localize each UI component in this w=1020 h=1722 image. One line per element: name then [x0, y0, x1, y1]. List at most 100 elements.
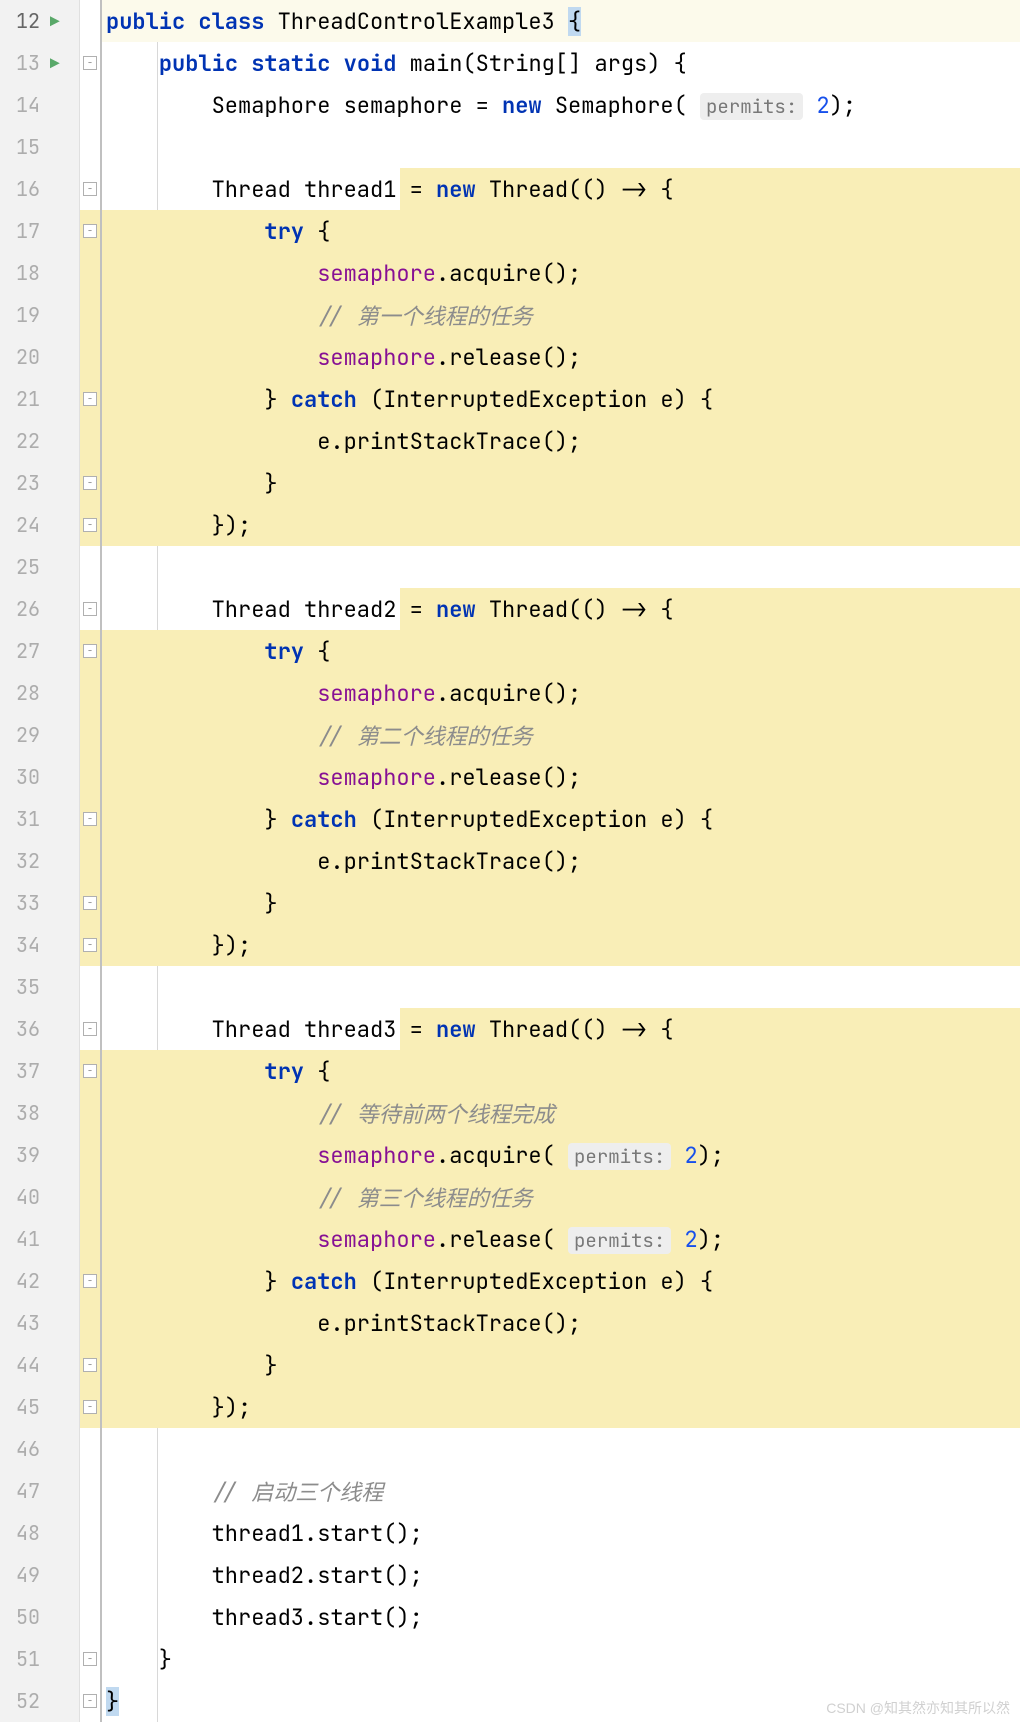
gutter-row[interactable]: 40: [0, 1176, 79, 1218]
code-line[interactable]: [102, 1428, 1020, 1470]
code-line[interactable]: // 第三个线程的任务: [102, 1176, 1020, 1218]
fold-open-icon[interactable]: −: [83, 644, 97, 658]
fold-close-icon[interactable]: −: [83, 1400, 97, 1414]
run-icon[interactable]: ▶: [50, 11, 60, 32]
code-line[interactable]: semaphore.acquire();: [102, 252, 1020, 294]
code-line[interactable]: } catch (InterruptedException e) {: [102, 378, 1020, 420]
gutter-row[interactable]: 13▶: [0, 42, 79, 84]
code-line[interactable]: // 第二个线程的任务: [102, 714, 1020, 756]
gutter-row[interactable]: 20: [0, 336, 79, 378]
gutter-row[interactable]: 35: [0, 966, 79, 1008]
gutter-row[interactable]: 19: [0, 294, 79, 336]
gutter-row[interactable]: 29: [0, 714, 79, 756]
fold-open-icon[interactable]: −: [83, 1022, 97, 1036]
gutter-row[interactable]: 33: [0, 882, 79, 924]
fold-close-icon[interactable]: −: [83, 1652, 97, 1666]
code-line[interactable]: }: [102, 882, 1020, 924]
code-line[interactable]: Thread thread1 = new Thread(() -> {: [102, 168, 1020, 210]
gutter-row[interactable]: 31: [0, 798, 79, 840]
fold-close-icon[interactable]: −: [83, 392, 97, 406]
gutter-row[interactable]: 25: [0, 546, 79, 588]
code-line[interactable]: });: [102, 504, 1020, 546]
gutter-row[interactable]: 16: [0, 168, 79, 210]
gutter-row[interactable]: 18: [0, 252, 79, 294]
code-line[interactable]: });: [102, 924, 1020, 966]
gutter-row[interactable]: 39: [0, 1134, 79, 1176]
gutter-row[interactable]: 15: [0, 126, 79, 168]
code-line[interactable]: [102, 546, 1020, 588]
code-line[interactable]: Thread thread2 = new Thread(() -> {: [102, 588, 1020, 630]
code-line[interactable]: thread1.start();: [102, 1512, 1020, 1554]
fold-close-icon[interactable]: −: [83, 938, 97, 952]
gutter-row[interactable]: 27: [0, 630, 79, 672]
fold-close-icon[interactable]: −: [83, 476, 97, 490]
fold-open-icon[interactable]: −: [83, 182, 97, 196]
gutter-row[interactable]: 44: [0, 1344, 79, 1386]
code-line[interactable]: // 启动三个线程: [102, 1470, 1020, 1512]
gutter-row[interactable]: 26: [0, 588, 79, 630]
gutter-row[interactable]: 37: [0, 1050, 79, 1092]
gutter-row[interactable]: 50: [0, 1596, 79, 1638]
gutter-row[interactable]: 41: [0, 1218, 79, 1260]
gutter-row[interactable]: 52: [0, 1680, 79, 1722]
gutter-row[interactable]: 51: [0, 1638, 79, 1680]
fold-close-icon[interactable]: −: [83, 896, 97, 910]
fold-close-icon[interactable]: −: [83, 812, 97, 826]
gutter-row[interactable]: 36: [0, 1008, 79, 1050]
code-line[interactable]: Thread thread3 = new Thread(() -> {: [102, 1008, 1020, 1050]
code-line[interactable]: }: [102, 462, 1020, 504]
code-line[interactable]: [102, 126, 1020, 168]
gutter-row[interactable]: 21: [0, 378, 79, 420]
code-line[interactable]: try {: [102, 210, 1020, 252]
gutter-row[interactable]: 47: [0, 1470, 79, 1512]
code-line[interactable]: Semaphore semaphore = new Semaphore( per…: [102, 84, 1020, 126]
fold-close-icon[interactable]: −: [83, 1694, 97, 1708]
gutter-row[interactable]: 17: [0, 210, 79, 252]
fold-close-icon[interactable]: −: [83, 1274, 97, 1288]
gutter-row[interactable]: 45: [0, 1386, 79, 1428]
code-line[interactable]: thread3.start();: [102, 1596, 1020, 1638]
code-line[interactable]: public static void main(String[] args) {: [102, 42, 1020, 84]
code-line[interactable]: semaphore.release();: [102, 756, 1020, 798]
gutter-row[interactable]: 43: [0, 1302, 79, 1344]
fold-open-icon[interactable]: −: [83, 56, 97, 70]
gutter-row[interactable]: 32: [0, 840, 79, 882]
code-line[interactable]: try {: [102, 630, 1020, 672]
code-line[interactable]: }: [102, 1638, 1020, 1680]
code-line[interactable]: semaphore.acquire();: [102, 672, 1020, 714]
gutter-row[interactable]: 42: [0, 1260, 79, 1302]
code-line[interactable]: });: [102, 1386, 1020, 1428]
code-line[interactable]: e.printStackTrace();: [102, 420, 1020, 462]
code-line[interactable]: [102, 966, 1020, 1008]
code-line[interactable]: public class ThreadControlExample3 {: [102, 0, 1020, 42]
gutter-row[interactable]: 12▶: [0, 0, 79, 42]
code-line[interactable]: try {: [102, 1050, 1020, 1092]
code-editor[interactable]: 12▶13▶1415161718192021222324252627282930…: [0, 0, 1020, 1722]
code-line[interactable]: thread2.start();: [102, 1554, 1020, 1596]
code-line[interactable]: // 等待前两个线程完成: [102, 1092, 1020, 1134]
gutter-row[interactable]: 34: [0, 924, 79, 966]
fold-close-icon[interactable]: −: [83, 518, 97, 532]
fold-close-icon[interactable]: −: [83, 1358, 97, 1372]
gutter-row[interactable]: 22: [0, 420, 79, 462]
gutter-row[interactable]: 24: [0, 504, 79, 546]
gutter-row[interactable]: 46: [0, 1428, 79, 1470]
code-line[interactable]: e.printStackTrace();: [102, 840, 1020, 882]
code-line[interactable]: } catch (InterruptedException e) {: [102, 798, 1020, 840]
fold-open-icon[interactable]: −: [83, 1064, 97, 1078]
gutter-row[interactable]: 23: [0, 462, 79, 504]
run-icon[interactable]: ▶: [50, 53, 60, 74]
code-line[interactable]: e.printStackTrace();: [102, 1302, 1020, 1344]
gutter-row[interactable]: 38: [0, 1092, 79, 1134]
gutter-row[interactable]: 28: [0, 672, 79, 714]
code-line[interactable]: } catch (InterruptedException e) {: [102, 1260, 1020, 1302]
fold-open-icon[interactable]: −: [83, 224, 97, 238]
code-line[interactable]: }: [102, 1344, 1020, 1386]
code-line[interactable]: // 第一个线程的任务: [102, 294, 1020, 336]
gutter-row[interactable]: 48: [0, 1512, 79, 1554]
fold-open-icon[interactable]: −: [83, 602, 97, 616]
gutter-row[interactable]: 49: [0, 1554, 79, 1596]
gutter-row[interactable]: 30: [0, 756, 79, 798]
code-line[interactable]: semaphore.acquire( permits: 2);: [102, 1134, 1020, 1176]
gutter-row[interactable]: 14: [0, 84, 79, 126]
